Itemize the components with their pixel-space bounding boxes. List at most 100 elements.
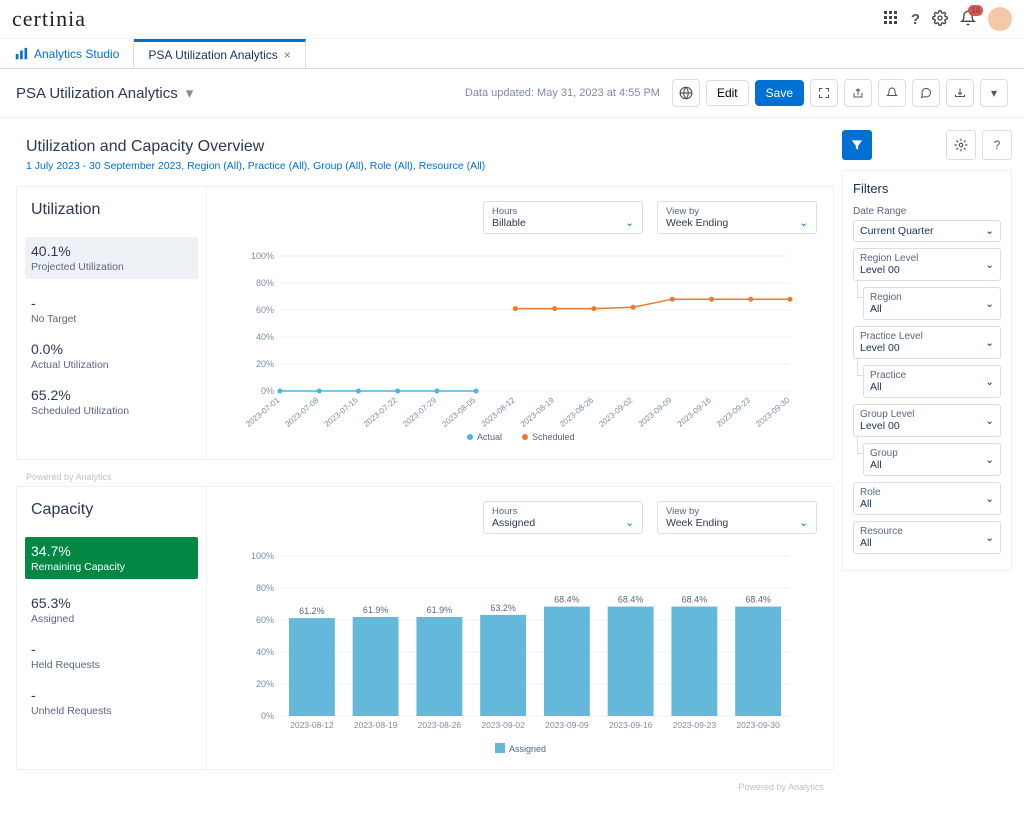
section-title: Utilization and Capacity Overview — [26, 138, 834, 156]
apps-icon[interactable] — [883, 10, 899, 29]
save-button[interactable]: Save — [755, 80, 804, 106]
svg-text:2023-08-19: 2023-08-19 — [354, 720, 398, 730]
date-range-dropdown[interactable]: Current Quarter⌄ — [853, 220, 1001, 242]
svg-text:68.4%: 68.4% — [745, 595, 771, 605]
capacity-card: Capacity 34.7% Remaining Capacity 65.3% … — [16, 486, 834, 770]
role-dropdown[interactable]: RoleAll ⌄ — [853, 482, 1001, 515]
filter-toggle-button[interactable] — [842, 130, 872, 160]
hours-dropdown[interactable]: HoursAssigned ⌄ — [483, 501, 643, 534]
scheduled-utilization-value: 65.2% — [31, 387, 192, 403]
svg-text:2023-07-01: 2023-07-01 — [244, 395, 282, 429]
chevron-down-icon: ⌄ — [985, 493, 994, 505]
chevron-down-icon: ⌄ — [985, 337, 994, 349]
svg-text:Assigned: Assigned — [509, 744, 546, 754]
remaining-capacity-value: 34.7% — [31, 543, 192, 559]
user-avatar[interactable] — [988, 7, 1012, 31]
svg-text:2023-09-02: 2023-09-02 — [597, 395, 635, 429]
chevron-down-icon[interactable]: ▾ — [186, 84, 194, 102]
svg-text:80%: 80% — [256, 583, 274, 593]
viewby-dropdown[interactable]: View byWeek Ending ⌄ — [657, 501, 817, 534]
practice-level-dropdown[interactable]: Practice LevelLevel 00 ⌄ — [853, 326, 1001, 359]
card-title: Capacity — [31, 501, 192, 519]
group-dropdown[interactable]: GroupAll ⌄ — [863, 443, 1001, 476]
chevron-down-icon: ⌄ — [799, 217, 808, 229]
hours-dropdown[interactable]: HoursBillable ⌄ — [483, 201, 643, 234]
assigned-value: 65.3% — [31, 595, 192, 611]
svg-text:100%: 100% — [251, 551, 274, 561]
svg-text:80%: 80% — [256, 278, 274, 288]
svg-text:2023-09-02: 2023-09-02 — [481, 720, 525, 730]
filter-summary: 1 July 2023 - 30 September 2023, Region … — [26, 160, 834, 172]
svg-text:63.2%: 63.2% — [490, 603, 516, 613]
filters-title: Filters — [853, 181, 1001, 196]
svg-text:2023-09-16: 2023-09-16 — [609, 720, 653, 730]
share-icon[interactable] — [844, 79, 872, 107]
panel-settings-button[interactable] — [946, 130, 976, 160]
filter-label: Date Range — [853, 206, 1001, 217]
chevron-down-icon: ⌄ — [985, 454, 994, 466]
brand-logo: certinia — [12, 6, 86, 32]
tab-label: Analytics Studio — [34, 47, 119, 61]
svg-text:2023-07-22: 2023-07-22 — [362, 395, 400, 429]
edit-button[interactable]: Edit — [706, 80, 749, 106]
svg-text:0%: 0% — [261, 711, 274, 721]
svg-text:2023-09-16: 2023-09-16 — [676, 395, 714, 429]
practice-dropdown[interactable]: PracticeAll ⌄ — [863, 365, 1001, 398]
utilization-card: Utilization 40.1% Projected Utilization … — [16, 186, 834, 460]
tab-analytics-studio[interactable]: Analytics Studio — [0, 39, 134, 68]
stat-label: Assigned — [31, 613, 192, 625]
svg-text:2023-07-08: 2023-07-08 — [283, 395, 321, 429]
powered-by-text: Powered by Analytics — [16, 782, 834, 796]
analytics-icon — [14, 47, 28, 61]
stat-label: Projected Utilization — [31, 261, 192, 273]
filter-icon — [850, 138, 864, 152]
panel-help-button[interactable]: ? — [982, 130, 1012, 160]
svg-text:2023-08-12: 2023-08-12 — [290, 720, 334, 730]
stat-label: No Target — [31, 313, 192, 325]
svg-text:20%: 20% — [256, 359, 274, 369]
svg-text:2023-09-09: 2023-09-09 — [636, 395, 674, 429]
svg-text:Scheduled: Scheduled — [532, 432, 575, 442]
fullscreen-icon[interactable] — [810, 79, 838, 107]
svg-text:2023-08-12: 2023-08-12 — [480, 395, 518, 429]
resource-dropdown[interactable]: ResourceAll ⌄ — [853, 521, 1001, 554]
stat-label: Scheduled Utilization — [31, 405, 192, 417]
unheld-value: - — [31, 687, 192, 703]
svg-text:2023-08-19: 2023-08-19 — [519, 395, 557, 429]
target-value: - — [31, 295, 192, 311]
svg-text:2023-08-26: 2023-08-26 — [558, 395, 596, 429]
notification-bell-icon[interactable]: 14 — [960, 10, 976, 29]
tab-psa-utilization[interactable]: PSA Utilization Analytics × — [134, 39, 305, 68]
held-value: - — [31, 641, 192, 657]
close-icon[interactable]: × — [284, 48, 291, 62]
chevron-down-icon: ⌄ — [985, 376, 994, 388]
notify-icon[interactable] — [878, 79, 906, 107]
stat-label: Unheld Requests — [31, 705, 192, 717]
svg-text:2023-07-29: 2023-07-29 — [401, 395, 439, 429]
chat-icon[interactable] — [912, 79, 940, 107]
region-dropdown[interactable]: RegionAll ⌄ — [863, 287, 1001, 320]
svg-text:Actual: Actual — [477, 432, 502, 442]
data-updated-text: Data updated: May 31, 2023 at 4:55 PM — [465, 87, 660, 99]
tab-label: PSA Utilization Analytics — [148, 48, 277, 62]
more-icon[interactable]: ▾ — [980, 79, 1008, 107]
svg-text:2023-09-30: 2023-09-30 — [736, 720, 780, 730]
chevron-down-icon: ⌄ — [625, 217, 634, 229]
group-level-dropdown[interactable]: Group LevelLevel 00 ⌄ — [853, 404, 1001, 437]
chevron-down-icon: ⌄ — [985, 225, 994, 237]
svg-text:100%: 100% — [251, 251, 274, 261]
download-icon[interactable] — [946, 79, 974, 107]
notification-badge: 14 — [968, 5, 983, 16]
viewby-dropdown[interactable]: View byWeek Ending ⌄ — [657, 201, 817, 234]
help-icon[interactable]: ? — [911, 11, 920, 28]
region-level-dropdown[interactable]: Region LevelLevel 00 ⌄ — [853, 248, 1001, 281]
chevron-down-icon: ⌄ — [985, 298, 994, 310]
globe-icon[interactable] — [672, 79, 700, 107]
svg-text:68.4%: 68.4% — [682, 595, 708, 605]
projected-utilization-value: 40.1% — [31, 243, 192, 259]
stat-label: Remaining Capacity — [31, 561, 192, 573]
settings-gear-icon[interactable] — [932, 10, 948, 29]
utilization-line-chart: 0%20%40%60%80%100%2023-07-012023-07-0820… — [223, 246, 817, 446]
filters-panel: Filters Date Range Current Quarter⌄ Regi… — [842, 170, 1012, 571]
chevron-down-icon: ⌄ — [799, 517, 808, 529]
